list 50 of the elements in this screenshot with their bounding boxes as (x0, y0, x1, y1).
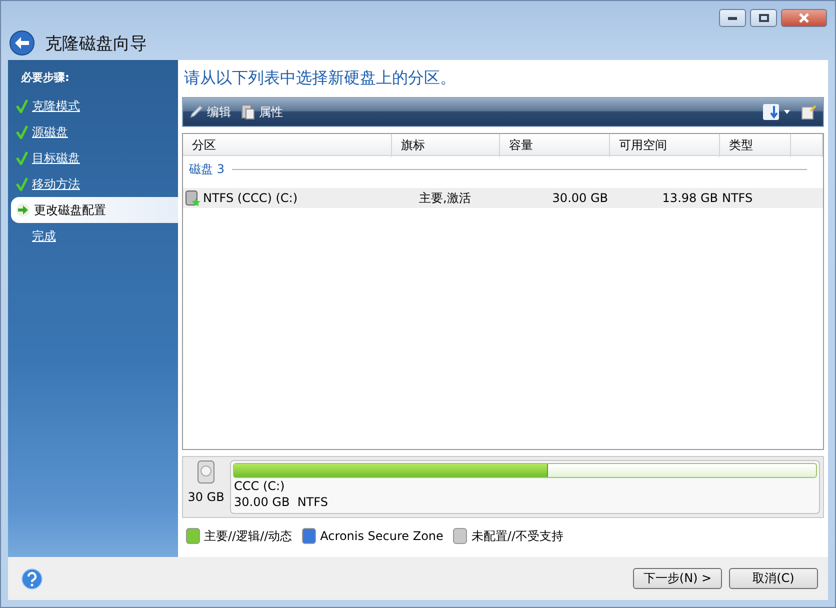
toolbar-button[interactable]: 编辑 (189, 104, 231, 120)
maximize-button[interactable] (750, 9, 777, 27)
table-cell-text: 13.98 GB (661, 191, 719, 205)
notepad-icon[interactable] (801, 104, 817, 120)
column-header[interactable]: 容量 (500, 134, 610, 157)
table-row[interactable]: NTFS (CCC) (C:) 主要,激活 30.00 GB 13.98 GB NTFS (183, 188, 823, 208)
sort-icon[interactable] (763, 104, 791, 120)
next-button[interactable]: 下一步(N) > (633, 568, 722, 589)
table-cell: NTFS (CCC) (C:) (203, 191, 298, 205)
step-item[interactable]: 完成 (11, 223, 178, 249)
step-item[interactable]: 克隆模式 (11, 93, 178, 119)
step-item[interactable]: 移动方法 (11, 171, 178, 197)
partition-name: CCC (C:) (234, 478, 286, 494)
page-heading: 请从以下列表中选择新硬盘上的分区。 (184, 68, 457, 89)
table-cell-text: 主要,激活 (418, 190, 472, 206)
partition-block[interactable]: CCC (C:) 30.00 GB NTFS (230, 460, 820, 514)
minimize-button[interactable] (719, 9, 746, 27)
toolbar-button[interactable]: 属性 (241, 104, 283, 120)
close-icon (798, 13, 810, 23)
cancel-button[interactable]: 取消(C) (729, 568, 818, 589)
column-header[interactable]: 分区 (183, 134, 392, 157)
disk-size: 30 GB (188, 490, 224, 504)
step-item[interactable]: 源磁盘 (11, 119, 178, 145)
legend-label: 未配置//不受支持 (471, 528, 564, 544)
partition-details: 30.00 GB NTFS (234, 494, 329, 510)
pencil-icon (189, 105, 203, 119)
help-icon[interactable] (21, 568, 43, 590)
group-label: 磁盘 3 (189, 161, 224, 178)
column-header[interactable]: 可用空间 (610, 134, 720, 157)
maximize-icon (758, 14, 768, 22)
step-item[interactable]: 更改磁盘配置 (11, 197, 178, 223)
column-header[interactable]: 类型 (720, 134, 791, 157)
table-cell-text: 30.00 GB (551, 191, 609, 205)
step-item[interactable]: 目标磁盘 (11, 145, 178, 171)
back-button[interactable] (9, 30, 35, 56)
arrow-icon (16, 203, 30, 217)
document-icon (241, 104, 255, 120)
minimize-icon (728, 16, 737, 20)
disk-icon (185, 190, 201, 206)
check-icon (16, 177, 28, 191)
check-icon (16, 99, 28, 113)
legend-label: 主要//逻辑//动态 (204, 528, 292, 544)
legend-label: Acronis Secure Zone (320, 529, 444, 543)
close-button[interactable] (781, 9, 827, 27)
column-header[interactable]: 旗标 (392, 134, 500, 157)
sidebar-heading: 必要步骤: (21, 70, 70, 85)
table-cell-text: NTFS (721, 191, 754, 205)
window-title: 克隆磁盘向导 (45, 32, 147, 54)
check-icon (16, 151, 28, 165)
check-icon (16, 125, 28, 139)
